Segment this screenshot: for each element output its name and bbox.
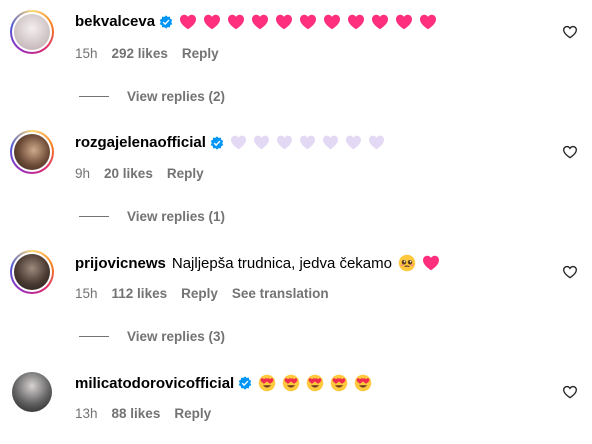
comment-item: prijovicnews Najljepša trudnica, jedva č…: [0, 240, 592, 360]
view-replies-label: View replies (2): [127, 89, 226, 104]
lilac-heart-icon: [322, 135, 338, 150]
comment-item: milicatodorovicofficial 13h 88 likes Rep…: [0, 360, 592, 444]
pink-heart-icon: [372, 14, 389, 29]
heart-eyes-icon: [354, 374, 372, 392]
comment-time: 15h: [75, 286, 98, 301]
lilac-heart-icon: [230, 135, 246, 150]
pink-heart-icon: [300, 14, 317, 29]
divider: [79, 96, 109, 97]
view-replies-button[interactable]: View replies (3): [79, 329, 225, 344]
lilac-heart-icon: [368, 135, 384, 150]
pink-heart-icon: [324, 14, 341, 29]
heart-eyes-icon: [282, 374, 300, 392]
comment-meta: 13h 88 likes Reply: [75, 406, 211, 421]
heart-eyes-icon: [258, 374, 276, 392]
pink-heart-icon: [204, 14, 221, 29]
comment-likes[interactable]: 20 likes: [104, 166, 153, 181]
comment-time: 15h: [75, 46, 98, 61]
reply-button[interactable]: Reply: [182, 46, 219, 61]
comment-time: 13h: [75, 406, 98, 421]
comment-meta: 15h 292 likes Reply: [75, 46, 219, 61]
verified-badge-icon: [238, 376, 252, 390]
heart-eyes-icon: [306, 374, 324, 392]
view-replies-label: View replies (1): [127, 209, 226, 224]
comment-text: [258, 374, 372, 392]
avatar[interactable]: [10, 10, 54, 54]
pink-heart-icon: [420, 14, 437, 29]
verified-badge-icon: [159, 14, 173, 29]
view-replies-button[interactable]: View replies (1): [79, 209, 225, 224]
comment-item: bekvalceva 15h 292 likes Reply View repl…: [0, 0, 592, 120]
divider: [79, 216, 109, 217]
view-replies-button[interactable]: View replies (2): [79, 89, 225, 104]
reply-button[interactable]: Reply: [174, 406, 211, 421]
comment-likes[interactable]: 112 likes: [112, 286, 168, 301]
comment-username[interactable]: rozgajelenaofficial: [75, 134, 206, 151]
lilac-heart-icon: [276, 135, 292, 150]
lilac-heart-icon: [253, 135, 269, 150]
pink-heart-icon: [423, 255, 439, 271]
verified-badge-icon: [210, 135, 224, 150]
heart-outline-icon[interactable]: [562, 24, 578, 40]
heart-outline-icon[interactable]: [562, 264, 578, 280]
pink-heart-icon: [396, 14, 413, 29]
comment-time: 9h: [75, 166, 91, 181]
comment-meta: 15h 112 likes Reply See translation: [75, 286, 329, 301]
comment-item: rozgajelenaofficial 9h 20 likes Reply Vi…: [0, 120, 592, 240]
heart-eyes-icon: [330, 374, 348, 392]
reply-button[interactable]: Reply: [181, 286, 218, 301]
comment-text: [230, 135, 385, 150]
comment-text: Najljepša trudnica, jedva čekamo: [172, 254, 440, 272]
comment-meta: 9h 20 likes Reply: [75, 166, 204, 181]
comment-likes[interactable]: 88 likes: [112, 406, 161, 421]
avatar[interactable]: [10, 370, 54, 414]
avatar[interactable]: [10, 130, 54, 174]
comment-text: [179, 14, 437, 30]
lilac-heart-icon: [299, 135, 315, 150]
pleading-face-icon: [398, 254, 416, 272]
comment-username[interactable]: milicatodorovicofficial: [75, 375, 234, 392]
heart-outline-icon[interactable]: [562, 144, 578, 160]
comment-username[interactable]: bekvalceva: [75, 13, 155, 30]
lilac-heart-icon: [345, 135, 361, 150]
heart-outline-icon[interactable]: [562, 384, 578, 400]
see-translation-button[interactable]: See translation: [232, 286, 329, 301]
pink-heart-icon: [276, 14, 293, 29]
comment-text-body: Najljepša trudnica, jedva čekamo: [171, 254, 392, 272]
pink-heart-icon: [348, 14, 365, 29]
divider: [79, 336, 109, 337]
pink-heart-icon: [180, 14, 197, 29]
pink-heart-icon: [252, 14, 269, 29]
pink-heart-icon: [228, 14, 245, 29]
comment-likes[interactable]: 292 likes: [112, 46, 168, 61]
reply-button[interactable]: Reply: [167, 166, 204, 181]
view-replies-label: View replies (3): [127, 329, 226, 344]
avatar[interactable]: [10, 250, 54, 294]
comment-username[interactable]: prijovicnews: [75, 255, 166, 272]
